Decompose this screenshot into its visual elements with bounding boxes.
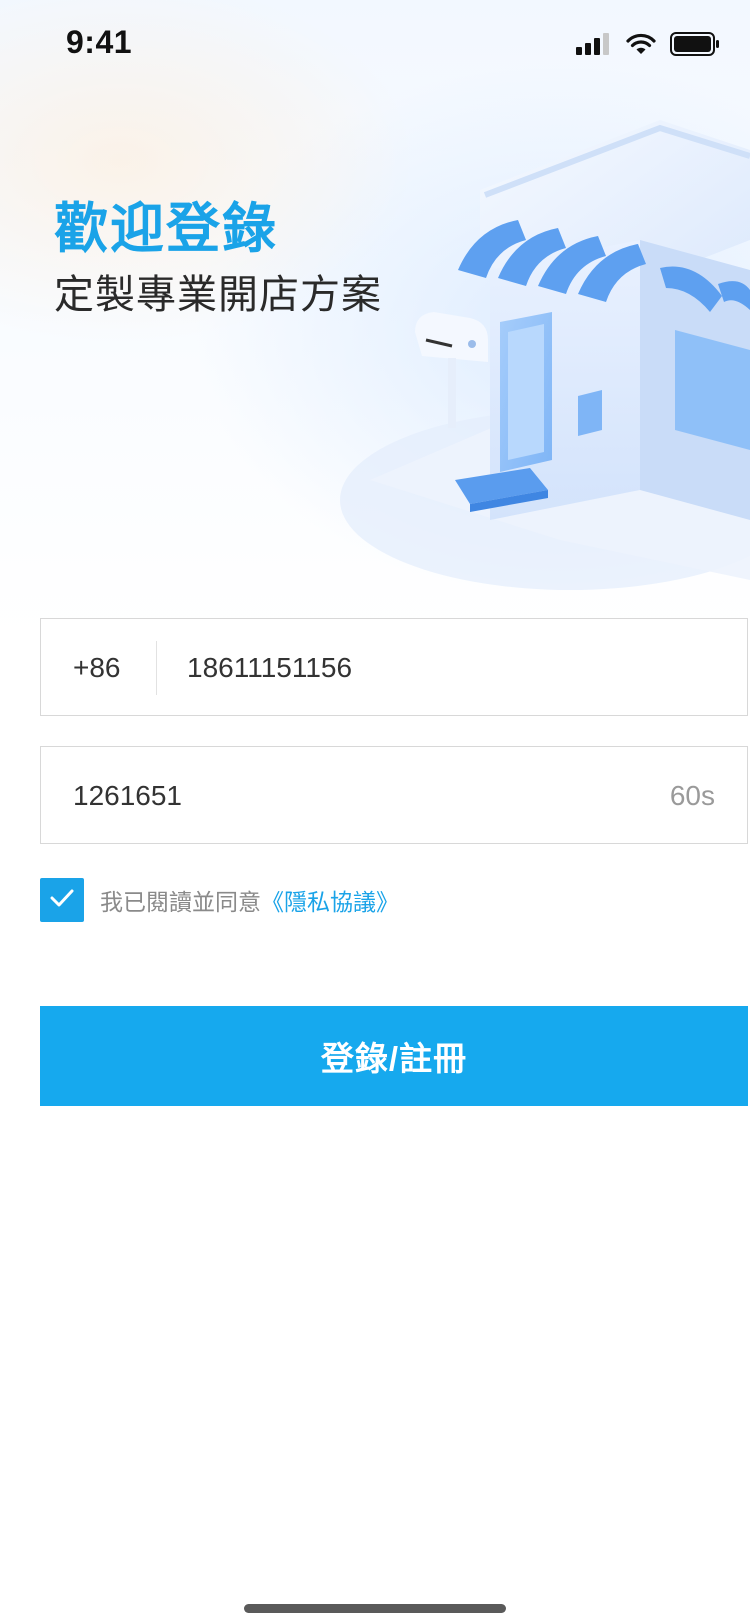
check-icon <box>49 888 75 913</box>
home-indicator <box>244 1604 506 1613</box>
page-title: 歡迎登錄 <box>54 199 278 259</box>
field-divider <box>156 641 157 695</box>
agreement-row: 我已閱讀並同意 《隱私協議》 <box>40 878 399 922</box>
phone-input[interactable]: 18611151156 <box>187 619 352 717</box>
login-register-button[interactable]: 登錄/註冊 <box>40 1006 748 1106</box>
storefront-illustration <box>330 100 750 620</box>
country-code-selector[interactable]: +86 <box>73 619 121 717</box>
wifi-icon <box>626 33 656 60</box>
status-bar: 9:41 <box>0 0 750 88</box>
phone-field[interactable]: +86 18611151156 <box>40 618 748 716</box>
signal-icon <box>576 33 612 60</box>
verification-code-field[interactable]: 1261651 60s <box>40 746 748 844</box>
agreement-text: 我已閱讀並同意 <box>100 889 261 915</box>
agreement-checkbox[interactable] <box>40 878 84 922</box>
battery-icon <box>670 32 720 61</box>
status-icons <box>576 32 720 61</box>
resend-countdown: 60s <box>669 780 715 811</box>
privacy-agreement-link[interactable]: 《隱私協議》 <box>261 883 399 917</box>
verification-code-input[interactable]: 1261651 <box>73 747 182 845</box>
status-time: 9:41 <box>66 24 133 60</box>
